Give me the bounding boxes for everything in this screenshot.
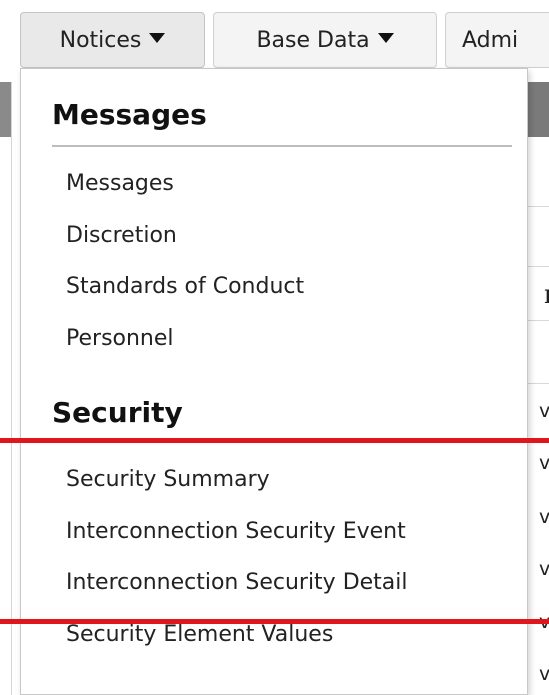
notices-dropdown-menu: Messages Messages Discretion Standards o… [20, 68, 528, 695]
menu-item-interconnection-security-detail[interactable]: Interconnection Security Detail [66, 572, 408, 594]
nav-tab-notices[interactable]: Notices [20, 12, 205, 68]
background-cell-text: v [539, 506, 549, 528]
background-row-divider [527, 383, 549, 384]
menu-item-standards-of-conduct[interactable]: Standards of Conduct [66, 276, 304, 298]
background-header-cell [0, 82, 11, 137]
background-page-right: I v v v v v v [527, 70, 549, 695]
caret-down-icon [149, 33, 166, 43]
nav-tab-label: Admi [462, 27, 519, 53]
nav-tab-admin[interactable]: Admi [445, 12, 549, 68]
background-column-header: I [544, 286, 549, 308]
annotation-line-top [0, 438, 549, 443]
nav-tab-base-data[interactable]: Base Data [213, 12, 437, 68]
background-row-divider [527, 266, 549, 267]
annotation-line-bottom [0, 619, 549, 624]
menu-item-messages[interactable]: Messages [66, 173, 174, 195]
menu-item-personnel[interactable]: Personnel [66, 328, 174, 350]
top-navbar: Notices Base Data Admi [0, 0, 549, 70]
nav-tab-label: Base Data [256, 27, 370, 53]
section-heading-security: Security [52, 396, 183, 429]
nav-tab-label: Notices [59, 27, 142, 53]
background-cell-text: v [539, 558, 549, 580]
caret-down-icon [377, 33, 394, 43]
background-header-cell [527, 82, 549, 137]
background-row-divider [527, 320, 549, 321]
section-divider [52, 145, 512, 147]
background-cell-text: v [539, 400, 549, 422]
background-page-left [0, 82, 12, 695]
background-row-divider [527, 206, 549, 207]
background-cell-text: v [539, 663, 549, 685]
menu-item-security-summary[interactable]: Security Summary [66, 469, 270, 491]
screen: I v v v v v v Notices Base Data Admi Mes… [0, 0, 549, 695]
menu-item-security-element-values[interactable]: Security Element Values [66, 624, 333, 646]
background-cell-text: v [539, 452, 549, 474]
menu-item-discretion[interactable]: Discretion [66, 225, 177, 247]
section-heading-messages: Messages [52, 98, 207, 131]
menu-item-interconnection-security-event[interactable]: Interconnection Security Event [66, 521, 406, 543]
